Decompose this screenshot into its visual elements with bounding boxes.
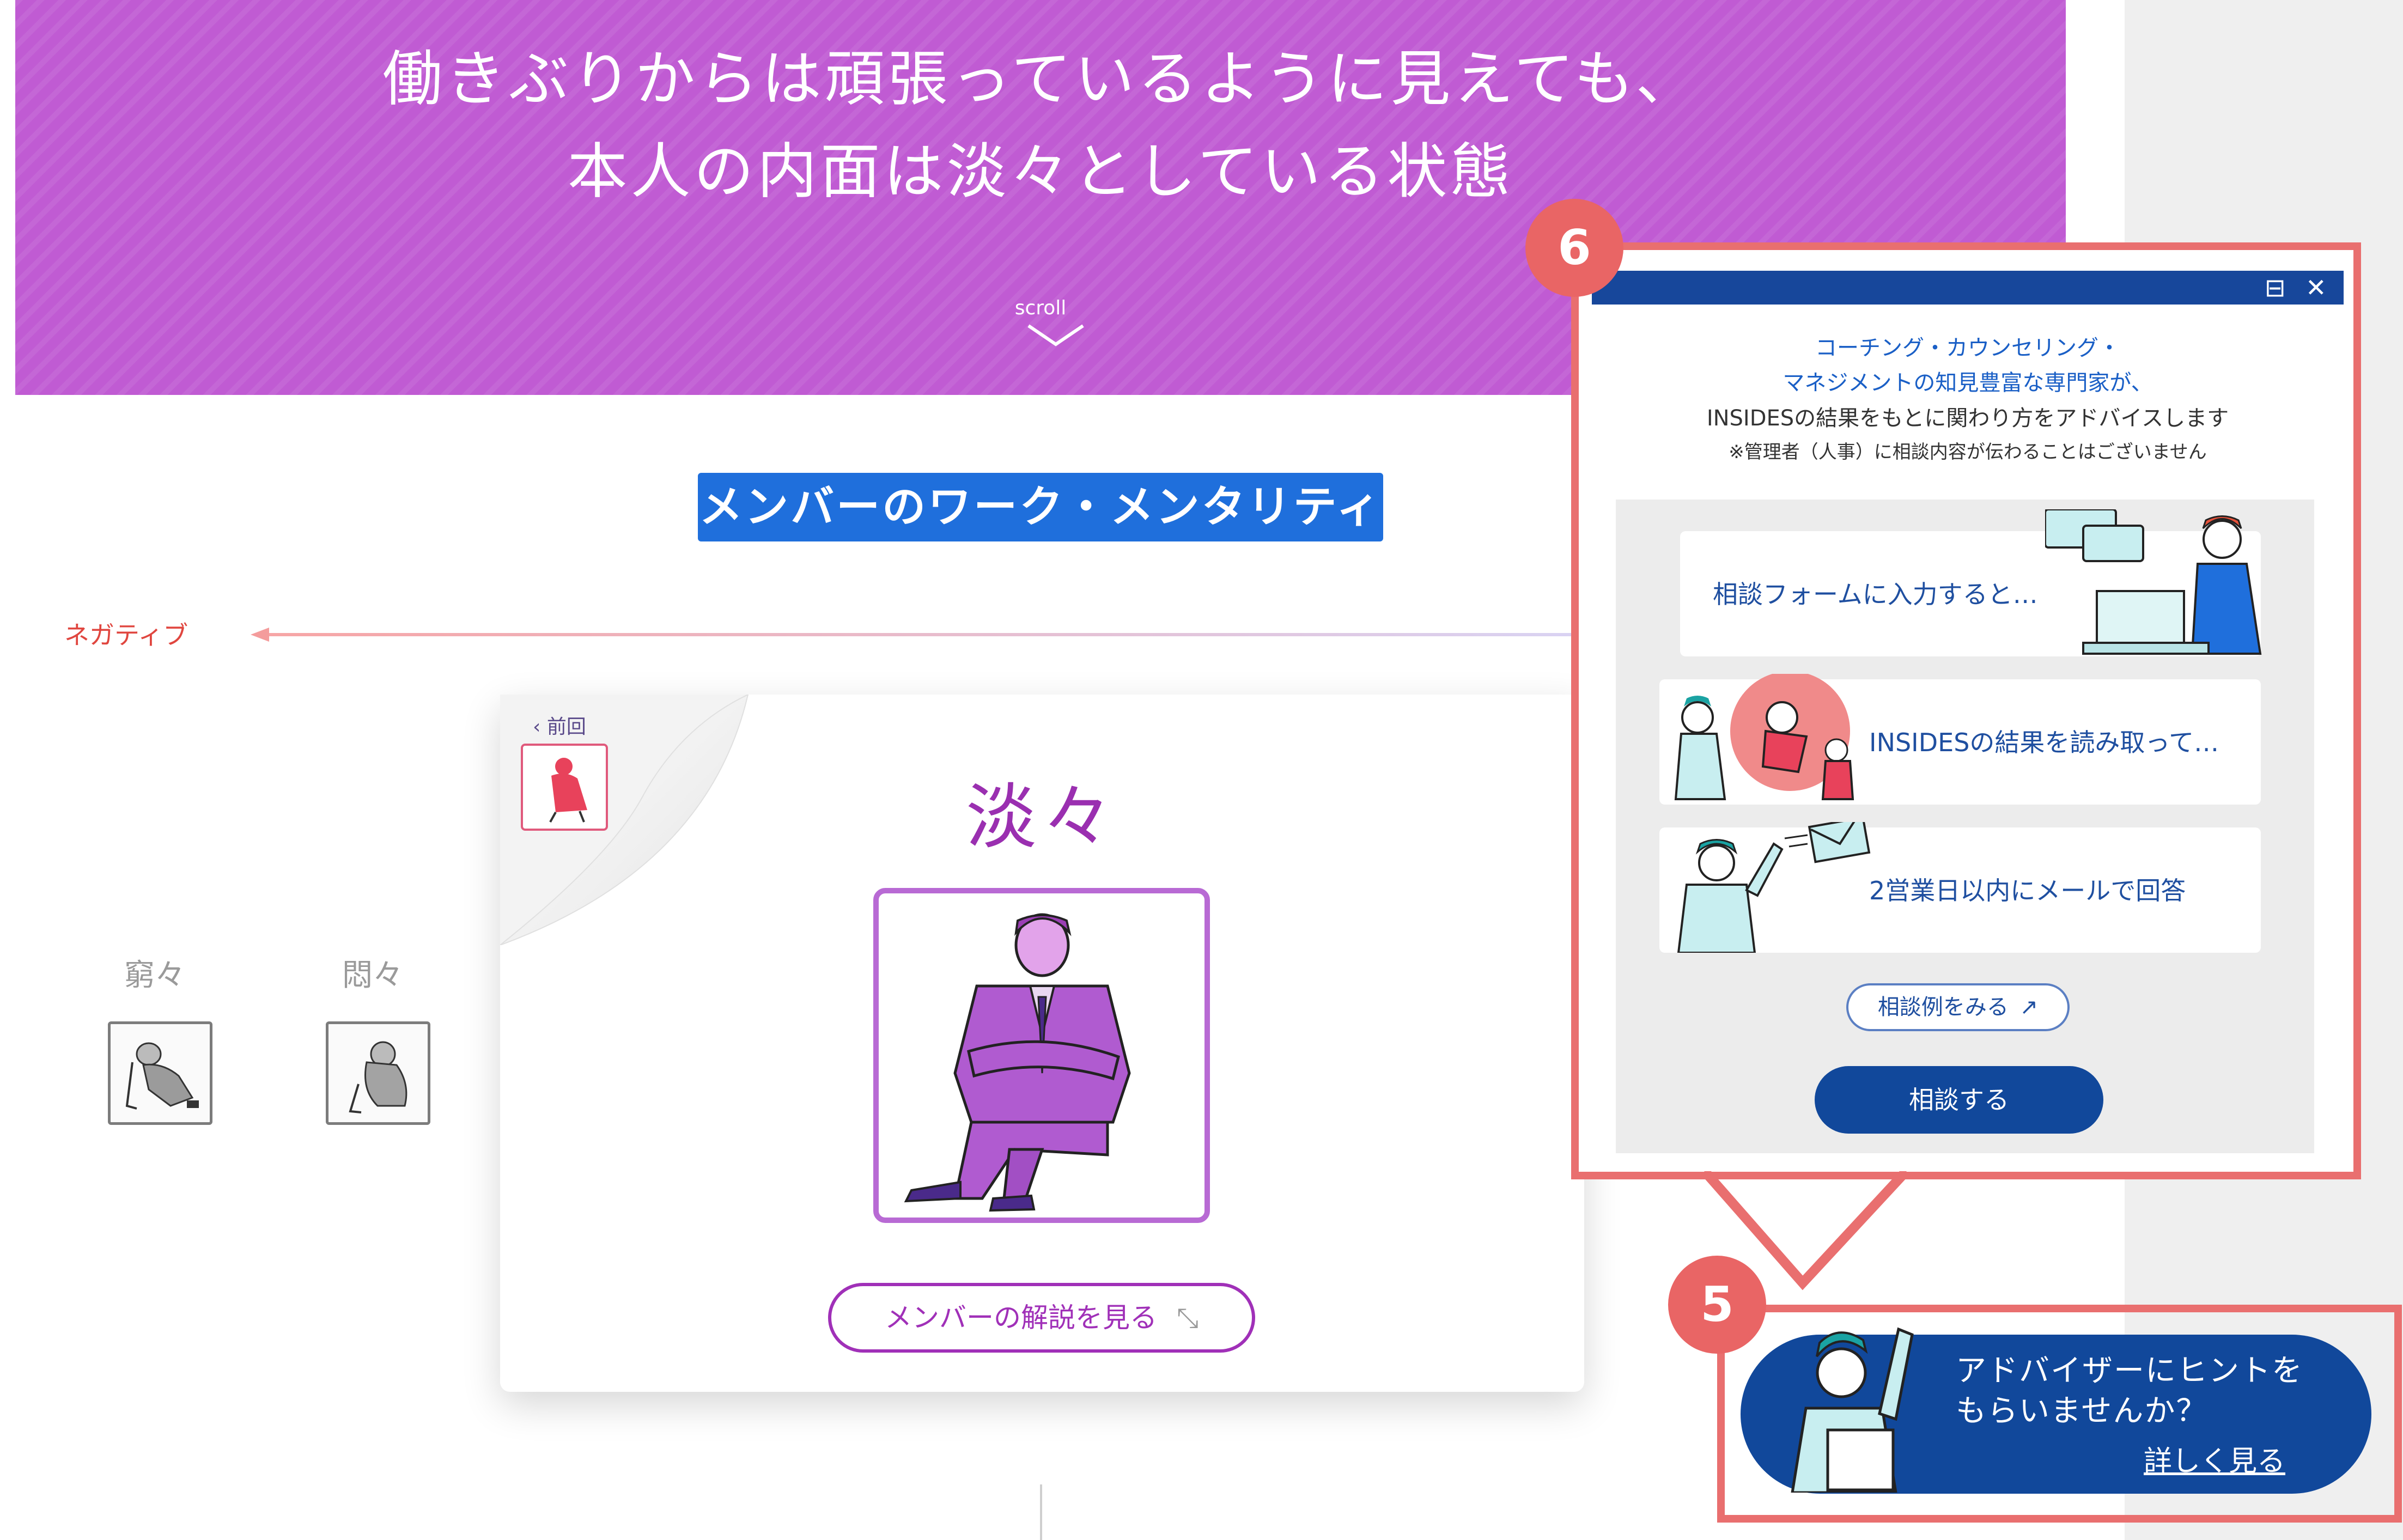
external-link-icon: ↗ [2019,995,2039,1020]
mini-card-image-kyukyu[interactable] [108,1021,212,1125]
banner-details-link[interactable]: 詳しく見る [2144,1438,2285,1479]
popup-steps-panel: 相談フォームに入力すると… INSIDESの結果を読み取って… 2営業日以内にメ… [1616,500,2314,1153]
axis-negative-label: ネガティブ [64,620,188,650]
step-label-form: 相談フォームに入力すると… [1713,580,2038,609]
hero-heading-line-1: 働きぶりからは頑張っているように見えても、 [382,44,1699,114]
example-button-label: 相談例をみる [1877,995,2009,1020]
prev-label: 前回 [546,716,586,738]
expand-icon: ⤡ [1176,1302,1199,1334]
popup-intro-line-2: マネジメントの知見豊富な専門家が、 [1783,370,2153,395]
step-label-analysis: INSIDESの結果を読み取って… [1869,728,2219,757]
card-title: 淡々 [965,776,1118,859]
popup-intro-line-1: コーチング・カウンセリング・ [1815,336,2120,361]
popup-note: ※管理者（人事）に相談内容が伝わることはございません [1729,441,2207,463]
chevron-left-icon: ‹ [533,716,547,738]
chevron-down-icon[interactable] [1026,321,1086,349]
view-member-explanation-button[interactable]: メンバーの解説を見る ⤡ [828,1283,1255,1353]
minimize-icon[interactable]: ⊟ [2265,275,2286,300]
advisor-popup-window: ⊟ ✕ コーチング・カウンセリング・ マネジメントの知見豊富な専門家が、 INS… [1592,271,2344,1164]
annotation-badge-6: 6 [1525,199,1623,297]
step-card-form: 相談フォームに入力すると… [1680,509,2262,656]
consult-button[interactable]: 相談する [1815,1066,2103,1134]
banner-line-1: アドバイザーにヒントを [1956,1353,2303,1389]
advisor-hint-banner[interactable]: アドバイザーにヒントを もらいませんか？ 詳しく見る [1741,1327,2371,1494]
popup-intro-line-3: INSIDESの結果をもとに関わり方をアドバイスします [1706,406,2229,431]
mini-card-image-monmon[interactable] [326,1021,430,1125]
annotation-badge-5: 5 [1668,1256,1766,1354]
view-consult-examples-button[interactable]: 相談例をみる ↗ [1846,983,2070,1031]
advisor-waving-icon [1791,1327,1914,1493]
popup-titlebar: ⊟ ✕ [1592,271,2344,305]
banner-line-2: もらいませんか？ [1956,1393,2208,1429]
timeline-divider [1040,1484,1042,1540]
advisor-popup-highlight: ⊟ ✕ コーチング・カウンセリング・ マネジメントの知見豊富な専門家が、 INS… [1571,242,2361,1179]
seated-businessman-icon [904,913,1131,1212]
section-title: メンバーのワーク・メンタリティ [698,473,1383,541]
hugging-knees-person-icon [349,1041,407,1113]
crouching-person-icon [125,1042,199,1110]
card-main-image [873,888,1210,1223]
explain-button-label: メンバーの解説を見る [885,1302,1158,1334]
advisor-mail-reply-icon [1677,822,1871,953]
mentality-card: ‹ 前回 淡々 メンバーの解説を見る ⤡ [500,695,1584,1392]
step-card-reply: 2営業日以内にメールで回答 [1659,822,2261,953]
step-label-reply: 2営業日以内にメールで回答 [1869,876,2186,905]
mini-card-label-monmon: 悶々 [342,958,403,993]
person-at-laptop-icon [2045,509,2262,655]
step-card-analysis: INSIDESの結果を読み取って… [1659,674,2261,805]
advisor-reading-results-icon [1674,674,1854,800]
prev-link[interactable]: ‹ 前回 [533,711,586,739]
mentality-axis-line [251,628,1580,642]
hero-heading-line-2: 本人の内面は淡々としている状態 [567,137,1514,206]
mini-card-label-kyukyu: 窮々 [124,958,185,993]
banner-message: アドバイザーにヒントを もらいませんか？ [1956,1351,2303,1432]
close-icon[interactable]: ✕ [2305,275,2327,300]
